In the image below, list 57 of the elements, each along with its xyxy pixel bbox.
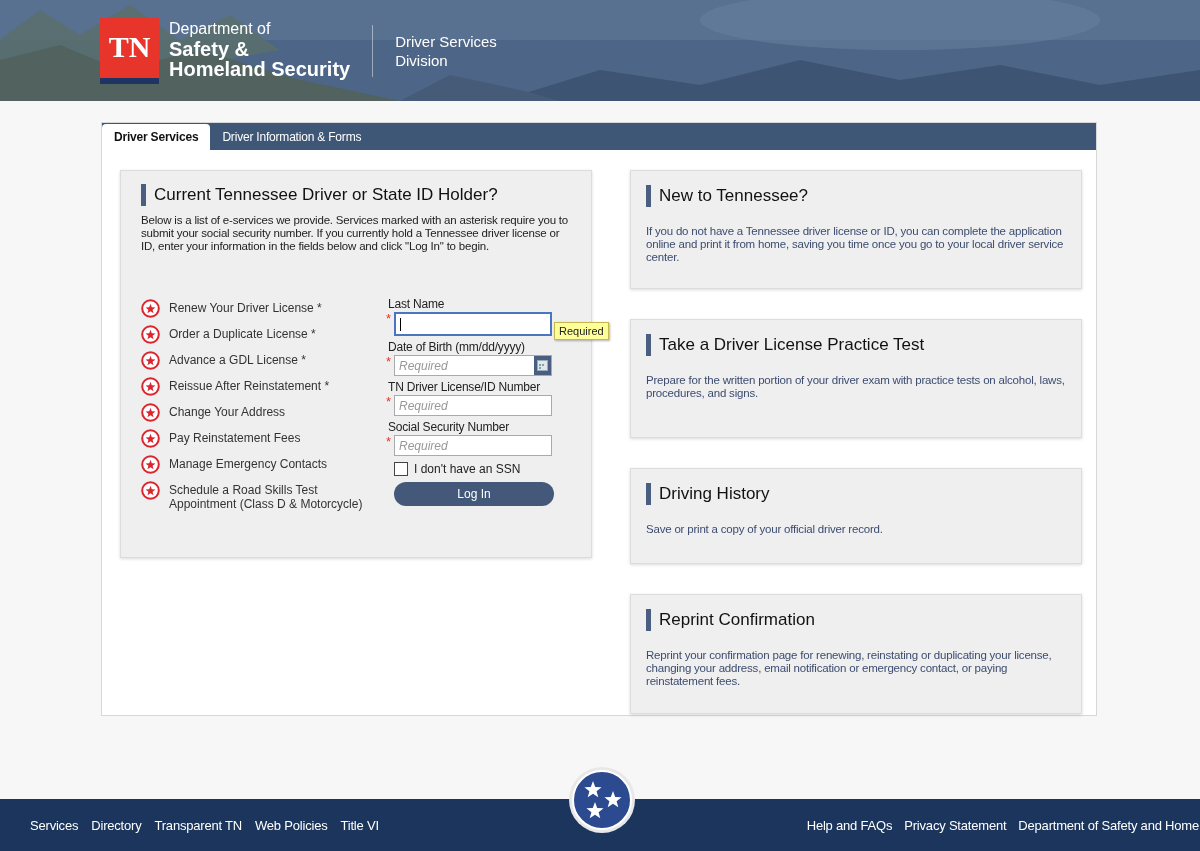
service-link[interactable]: Reissue After Reinstatement * (169, 377, 330, 393)
input-field[interactable] (394, 312, 552, 336)
card-text: Save or print a copy of your official driver record. (646, 523, 884, 536)
footer-link[interactable]: Transparent TN (154, 817, 242, 833)
checkbox[interactable] (394, 462, 408, 476)
service-link[interactable]: Advance a GDL License * (169, 351, 306, 367)
footer-link[interactable]: Title VI (340, 817, 379, 833)
accent-bar (646, 609, 651, 631)
footer-link[interactable]: Help and FAQs (806, 817, 893, 833)
accent-bar (141, 184, 146, 206)
service-link[interactable]: Order a Duplicate License * (169, 325, 316, 341)
tooltip: Required (554, 322, 609, 340)
accent-bar (646, 334, 651, 356)
card-title: New to Tennessee? (659, 186, 808, 206)
checkbox-label: I don't have an SSN (414, 462, 521, 476)
accent-bar (646, 483, 651, 505)
field-label: TN Driver License/ID Number (388, 380, 541, 394)
field-label: Date of Birth (mm/dd/yyyy) (388, 340, 526, 354)
required-mark: * (386, 438, 392, 446)
info-card[interactable]: New to Tennessee? If you do not have a Tennessee driver license or ID, you can complete the application online and print it from home, saving you time once you go to your local driver service center. (630, 170, 1082, 289)
tab[interactable]: Driver Information & Forms (210, 124, 374, 150)
service-link[interactable]: Schedule a Road Skills Test Appointment (Class D & Motorcycle) (169, 481, 386, 511)
info-card[interactable]: Reprint Confirmation Reprint your confirmation page for renewing, reinstating or duplicating your license, changing your address, email notification or emergency contact, or paying reinstatement fees. (630, 594, 1082, 714)
field-label: Social Security Number (388, 420, 510, 434)
card-text: Reprint your confirmation page for renewing, reinstating or duplicating your license, changing your address, email notification or emergency contact, or paying reinstatement fees. (646, 649, 1053, 688)
division-name: Division (395, 51, 449, 70)
service-link[interactable]: Renew Your Driver License * (169, 299, 322, 315)
info-card[interactable]: Take a Driver License Practice Test Prepare for the written portion of your driver exam with practice tests on alcohol, laws, procedures, and signs. (630, 319, 1082, 438)
card-title: Reprint Confirmation (659, 610, 815, 630)
info-card[interactable]: Driving History Save or print a copy of your official driver record. (630, 468, 1082, 564)
department-name: Homeland Security (169, 59, 351, 79)
footer-link[interactable]: Privacy Statement (904, 817, 1007, 833)
calendar-icon[interactable] (534, 356, 551, 375)
login-button[interactable]: Log In (394, 482, 554, 506)
service-link[interactable]: Pay Reinstatement Fees (169, 429, 301, 445)
accent-bar (646, 185, 651, 207)
intro-text: Below is a list of e-services we provide. Services marked with an asterisk require you to submit your social security number. If you currently hold a Tennessee driver license or ID, enter your information in the fields below and click "Log In" to begin. (141, 214, 570, 253)
service-link[interactable]: Change Your Address (169, 403, 286, 419)
card-text: Prepare for the written portion of your driver exam with practice tests on alcohol, laws, procedures, and signs. (646, 374, 1066, 400)
card-title: Current Tennessee Driver or State ID Holder? (154, 185, 498, 205)
division-name: Driver Services (395, 32, 497, 51)
card-text: If you do not have a Tennessee driver license or ID, you can complete the application online and print it from home, saving you time once you go to your local driver service center. (646, 225, 1065, 264)
footer-link[interactable]: Services (30, 817, 79, 833)
footer-link[interactable]: Directory (91, 817, 142, 833)
logo[interactable]: TN (100, 18, 159, 84)
required-mark: * (386, 315, 392, 323)
footer-link[interactable]: Department of Safety and Home (1018, 817, 1199, 833)
required-mark: * (386, 358, 392, 366)
tab[interactable]: Driver Services (102, 124, 211, 150)
card-title: Driving History (659, 484, 770, 504)
footer-link[interactable]: Web Policies (255, 817, 328, 833)
field-label: Last Name (388, 297, 446, 311)
service-link[interactable]: Manage Emergency Contacts (169, 455, 328, 471)
required-mark: * (386, 398, 392, 406)
department-name: Department of (169, 19, 272, 39)
card-title: Take a Driver License Practice Test (659, 335, 925, 355)
tristar-emblem (568, 766, 636, 834)
